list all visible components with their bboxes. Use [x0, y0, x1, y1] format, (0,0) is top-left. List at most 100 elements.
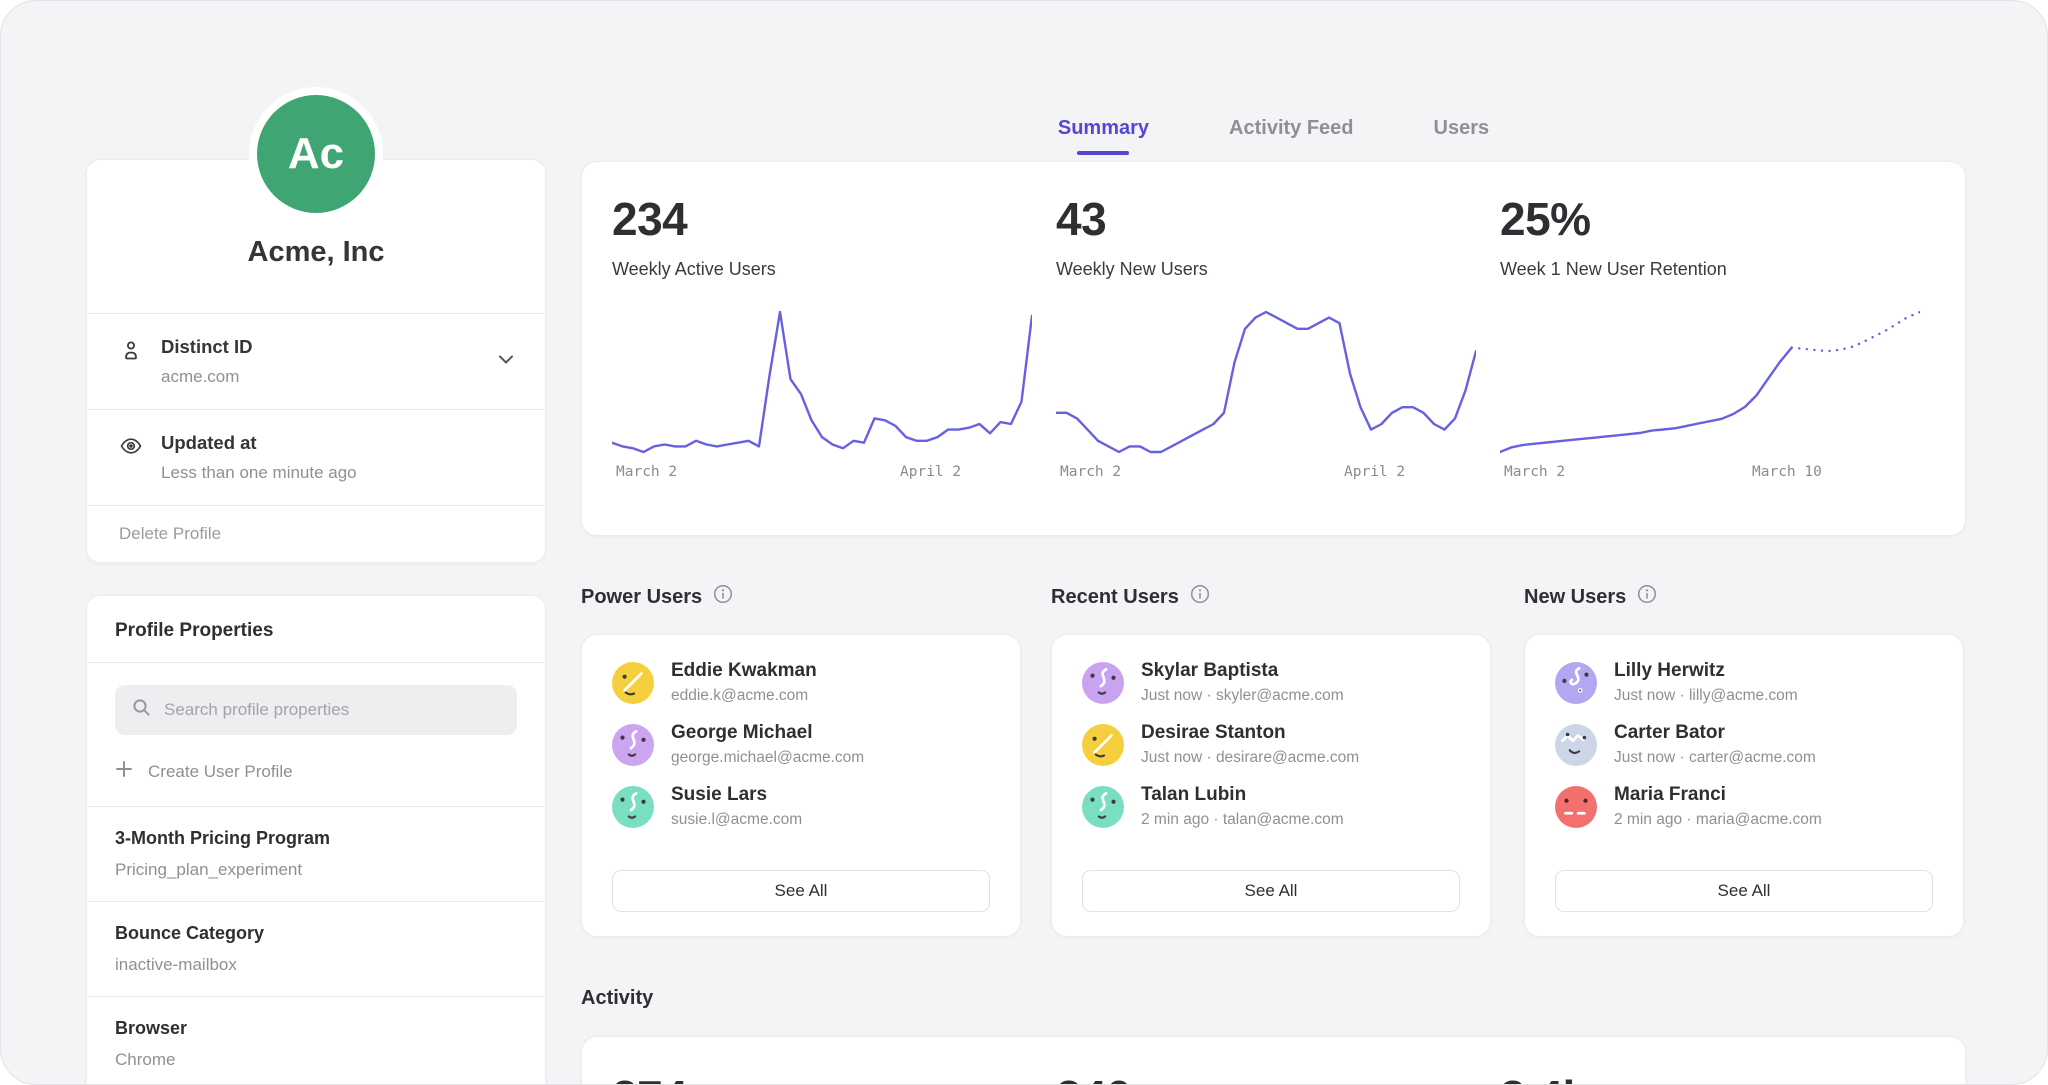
stat-label: Weekly Active Users [612, 259, 1056, 280]
chart-x-axis: March 2 April 2 [612, 464, 1056, 486]
chevron-down-icon[interactable] [495, 348, 517, 375]
user-row[interactable]: Talan Lubin 2 min ago · talan@acme.com [1082, 784, 1460, 829]
user-name: Talan Lubin [1141, 784, 1344, 806]
user-row[interactable]: Carter Bator Just now · carter@acme.com [1555, 722, 1933, 767]
user-name: George Michael [671, 722, 864, 744]
tab-bar: Summary Activity Feed Users [581, 117, 1966, 155]
activity-stat-value: 3.4k [1500, 1070, 1944, 1085]
activity-section-title: Activity [581, 987, 653, 1010]
user-name: Skylar Baptista [1141, 660, 1344, 682]
company-avatar-initials: Ac [257, 95, 375, 213]
updated-at-label: Updated at [161, 432, 357, 454]
profile-properties-card: Profile Properties Create User Profile 3… [86, 595, 546, 1085]
user-name: Maria Franci [1614, 784, 1822, 806]
chart-x-axis: March 2 April 2 [1056, 464, 1500, 486]
user-row[interactable]: Susie Lars susie.l@acme.com [612, 784, 990, 829]
active-tab-underline [1077, 151, 1129, 155]
user-avatar [1082, 786, 1124, 828]
user-row[interactable]: George Michael george.michael@acme.com [612, 722, 990, 767]
recent-users-card: Skylar Baptista Just now · skyler@acme.c… [1051, 634, 1491, 937]
info-icon[interactable] [1190, 584, 1210, 610]
property-value: inactive-mailbox [115, 955, 517, 975]
create-user-profile-label: Create User Profile [148, 762, 293, 782]
distinct-id-label: Distinct ID [161, 336, 252, 358]
eye-icon [119, 432, 145, 463]
company-name: Acme, Inc [87, 236, 545, 314]
user-subtext: george.michael@acme.com [671, 749, 864, 767]
activity-card: 274 240 3.4k [581, 1036, 1966, 1085]
user-subtext: 2 min ago · talan@acme.com [1141, 811, 1344, 829]
user-name: Eddie Kwakman [671, 660, 817, 682]
profile-properties-title: Profile Properties [87, 596, 545, 663]
weekly-active-users-chart [612, 306, 1032, 456]
property-name: Browser [115, 1018, 517, 1039]
user-row[interactable]: Eddie Kwakman eddie.k@acme.com [612, 660, 990, 705]
property-item[interactable]: Bounce Category inactive-mailbox [87, 902, 545, 997]
user-name: Carter Bator [1614, 722, 1816, 744]
property-value: Chrome [115, 1050, 517, 1070]
user-row[interactable]: Maria Franci 2 min ago · maria@acme.com [1555, 784, 1933, 829]
weekly-new-users-chart [1056, 306, 1476, 456]
stat-label: Week 1 New User Retention [1500, 259, 1944, 280]
user-row[interactable]: Desirae Stanton Just now · desirare@acme… [1082, 722, 1460, 767]
plus-icon [115, 760, 133, 783]
user-subtext: Just now · skyler@acme.com [1141, 687, 1344, 705]
property-value: Pricing_plan_experiment [115, 860, 517, 880]
user-avatar [1082, 662, 1124, 704]
profile-properties-search[interactable] [115, 685, 517, 735]
user-avatar [612, 662, 654, 704]
user-name: Desirae Stanton [1141, 722, 1359, 744]
person-icon [119, 336, 145, 367]
info-icon[interactable] [713, 584, 733, 610]
user-subtext: eddie.k@acme.com [671, 687, 817, 705]
create-user-profile-button[interactable]: Create User Profile [115, 760, 517, 783]
user-avatar [1082, 724, 1124, 766]
info-icon[interactable] [1637, 584, 1657, 610]
user-row[interactable]: Skylar Baptista Just now · skyler@acme.c… [1082, 660, 1460, 705]
activity-stat-value: 240 [1056, 1070, 1500, 1085]
tab-activity-feed[interactable]: Activity Feed [1229, 117, 1353, 155]
user-avatar [612, 786, 654, 828]
app-frame: Ac Acme, Inc Distinct ID acme.com [0, 0, 2048, 1085]
tab-users[interactable]: Users [1434, 117, 1490, 155]
distinct-id-row[interactable]: Distinct ID acme.com [87, 314, 545, 410]
stat-weekly-new-users: 43 Weekly New Users March 2 April 2 [1056, 192, 1500, 535]
user-avatar [1555, 786, 1597, 828]
user-row[interactable]: Lilly Herwitz Just now · lilly@acme.com [1555, 660, 1933, 705]
user-avatar [612, 724, 654, 766]
user-avatar [1555, 724, 1597, 766]
distinct-id-value: acme.com [161, 367, 252, 387]
stat-week1-retention: 25% Week 1 New User Retention March 2 Ma… [1500, 192, 1944, 535]
see-all-button[interactable]: See All [612, 870, 990, 912]
property-item[interactable]: Browser Chrome [87, 997, 545, 1085]
new-users-card: Lilly Herwitz Just now · lilly@acme.com … [1524, 634, 1964, 937]
chart-x-axis: March 2 March 10 [1500, 464, 1944, 486]
property-name: 3-Month Pricing Program [115, 828, 517, 849]
user-name: Susie Lars [671, 784, 802, 806]
property-item[interactable]: 3-Month Pricing Program Pricing_plan_exp… [87, 807, 545, 902]
new-users-header: New Users [1524, 584, 1657, 610]
activity-stat-value: 274 [612, 1070, 1056, 1085]
stat-label: Weekly New Users [1056, 259, 1500, 280]
stat-weekly-active-users: 234 Weekly Active Users March 2 April 2 [612, 192, 1056, 535]
property-name: Bounce Category [115, 923, 517, 944]
tab-summary[interactable]: Summary [1058, 117, 1149, 155]
power-users-card: Eddie Kwakman eddie.k@acme.com George Mi… [581, 634, 1021, 937]
user-subtext: Just now · carter@acme.com [1614, 749, 1816, 767]
power-users-header: Power Users [581, 584, 733, 610]
updated-at-row: Updated at Less than one minute ago [87, 410, 545, 506]
user-name: Lilly Herwitz [1614, 660, 1798, 682]
stat-value: 43 [1056, 192, 1500, 246]
company-avatar: Ac [249, 87, 383, 221]
updated-at-value: Less than one minute ago [161, 463, 357, 483]
summary-stats-card: 234 Weekly Active Users March 2 April 2 … [581, 161, 1966, 536]
user-avatar [1555, 662, 1597, 704]
search-input[interactable] [164, 700, 501, 720]
delete-profile-button[interactable]: Delete Profile [87, 506, 545, 562]
see-all-button[interactable]: See All [1555, 870, 1933, 912]
week1-retention-chart [1500, 306, 1920, 456]
user-subtext: 2 min ago · maria@acme.com [1614, 811, 1822, 829]
see-all-button[interactable]: See All [1082, 870, 1460, 912]
user-subtext: Just now · lilly@acme.com [1614, 687, 1798, 705]
stat-value: 25% [1500, 192, 1944, 246]
